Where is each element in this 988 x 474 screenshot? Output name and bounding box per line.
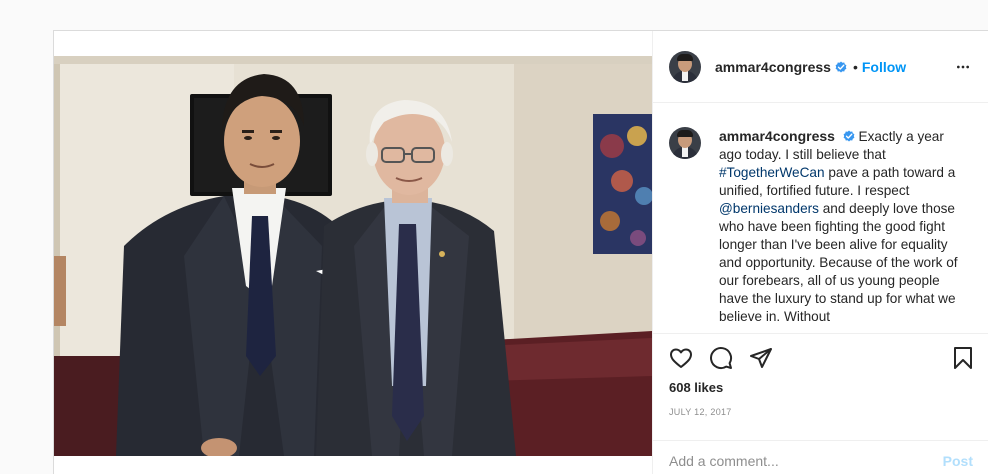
- likes-count[interactable]: 608 likes: [669, 380, 723, 395]
- verified-badge-icon: [835, 61, 847, 72]
- author-avatar[interactable]: [669, 50, 701, 83]
- follow-separator: •: [852, 58, 858, 75]
- comment-bar: Post: [653, 440, 988, 474]
- caption-username[interactable]: ammar4congress: [719, 128, 835, 144]
- more-options-icon[interactable]: [955, 59, 971, 75]
- post-comment-button[interactable]: Post: [943, 453, 973, 469]
- hashtag-link[interactable]: #TogetherWeCan: [719, 165, 825, 180]
- bookmark-icon[interactable]: [951, 346, 975, 370]
- post-media: [54, 31, 652, 474]
- mention-link[interactable]: @berniesanders: [719, 201, 819, 216]
- post-actions: 608 likes JULY 12, 2017 Post: [653, 333, 988, 474]
- post-details-panel: ammar4congress • Follow ammar4congress E…: [652, 31, 988, 474]
- post-date[interactable]: JULY 12, 2017: [669, 407, 732, 417]
- verified-badge-icon: [843, 130, 855, 142]
- author-username[interactable]: ammar4congress: [715, 59, 831, 75]
- paper-plane-icon[interactable]: [749, 346, 773, 370]
- post-card: ammar4congress • Follow ammar4congress E…: [53, 30, 988, 474]
- photo-illustration: [54, 56, 652, 456]
- post-header: ammar4congress • Follow: [653, 31, 988, 103]
- caption-segment: and deeply love those who have been figh…: [719, 201, 958, 324]
- caption-text: ammar4congress Exactly a year ago today.…: [719, 127, 959, 333]
- post-photo[interactable]: [54, 56, 652, 456]
- post-caption: ammar4congress Exactly a year ago today.…: [653, 103, 988, 333]
- heart-icon[interactable]: [669, 346, 693, 370]
- follow-button[interactable]: Follow: [862, 59, 906, 75]
- comment-input[interactable]: [669, 452, 943, 469]
- comment-icon[interactable]: [709, 346, 733, 370]
- caption-author-avatar[interactable]: [669, 127, 701, 159]
- action-icons: [669, 346, 975, 370]
